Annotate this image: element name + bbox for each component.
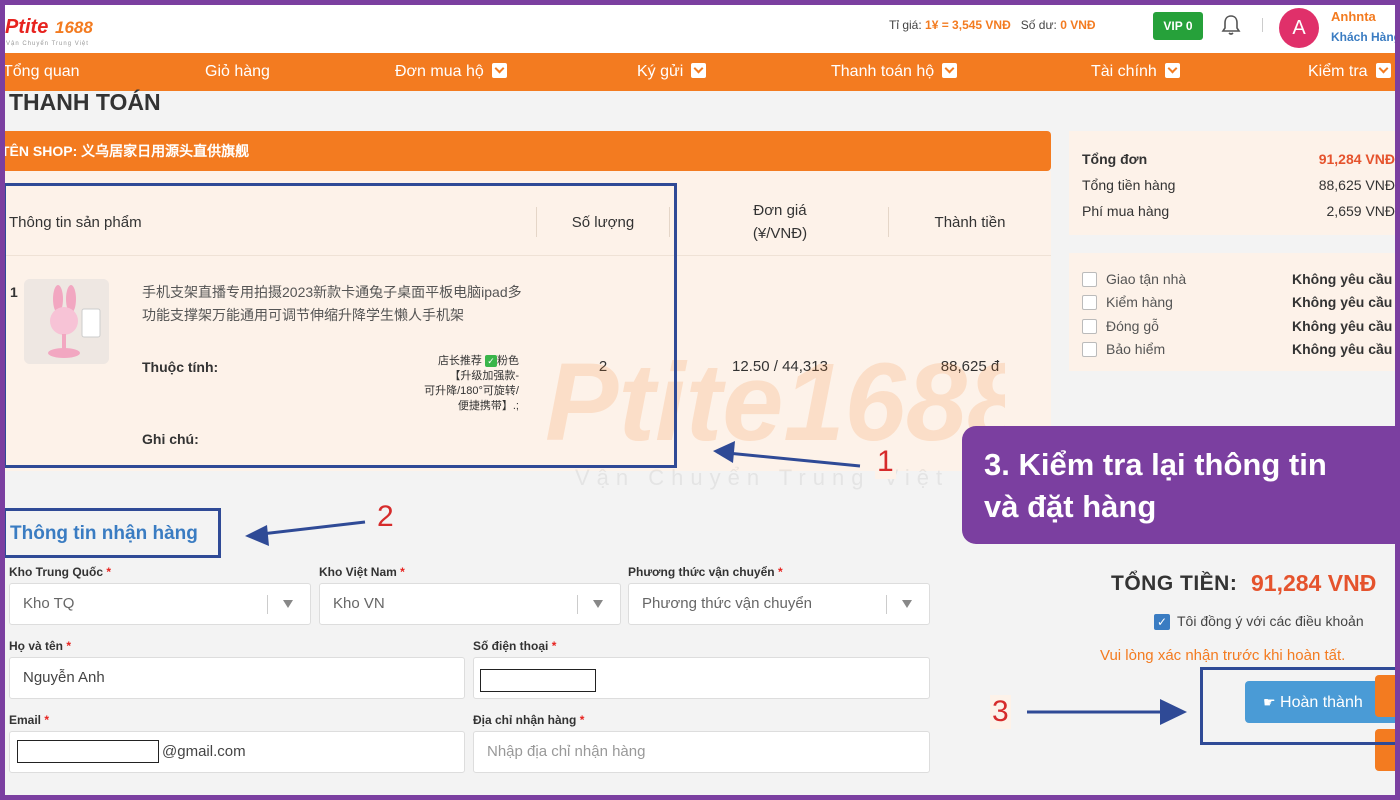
- step-number-1: 1: [875, 445, 896, 479]
- arrow-step2: [252, 520, 366, 537]
- annotation-arrows: [245, 441, 1187, 725]
- step-number-2: 2: [377, 500, 394, 533]
- arrowhead-step3: [1160, 699, 1187, 725]
- arrowhead-step2: [245, 525, 269, 546]
- step-number-3: 3: [990, 695, 1011, 729]
- arrow-step1: [715, 447, 861, 468]
- screenshot-frame: Ptite 1688 Vận Chuyển Trung Việt Tỉ giá:…: [5, 5, 1395, 795]
- arrowhead-step1: [713, 441, 735, 463]
